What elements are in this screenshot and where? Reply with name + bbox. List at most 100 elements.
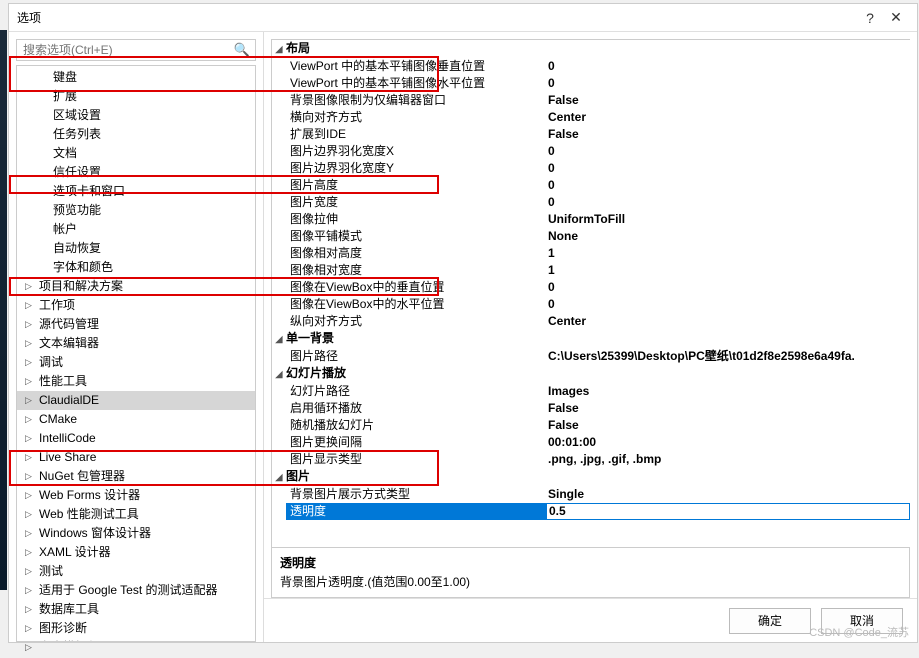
property-value[interactable]: 0 <box>546 143 910 160</box>
property-row[interactable]: 图像相对高度1 <box>272 245 910 262</box>
property-value[interactable]: False <box>546 126 910 143</box>
property-label: 图片宽度 <box>286 194 546 211</box>
tree-item[interactable]: 扩展 <box>17 87 255 106</box>
tree-item[interactable]: 文本编辑器 <box>17 334 255 353</box>
property-row[interactable]: 图片边界羽化宽度X0 <box>272 143 910 160</box>
right-panel: ◢布局ViewPort 中的基本平铺图像垂直位置0ViewPort 中的基本平铺… <box>264 32 917 642</box>
property-row[interactable]: 启用循环播放False <box>272 400 910 417</box>
property-label: 图像平铺模式 <box>286 228 546 245</box>
property-row[interactable]: 图片路径C:\Users\25399\Desktop\PC壁纸\t01d2f8e… <box>272 348 910 365</box>
tree-item[interactable]: 字体和颜色 <box>17 258 255 277</box>
help-button[interactable]: ? <box>857 10 883 26</box>
options-tree[interactable]: 键盘扩展区域设置任务列表文档信任设置选项卡和窗口预览功能帐户自动恢复字体和颜色项… <box>16 65 256 642</box>
property-row[interactable]: 图片更换间隔00:01:00 <box>272 434 910 451</box>
tree-item[interactable]: 信任设置 <box>17 163 255 182</box>
tree-item[interactable]: 选项卡和窗口 <box>17 182 255 201</box>
property-row[interactable]: 背景图像限制为仅编辑器窗口False <box>272 92 910 109</box>
property-value[interactable]: 0 <box>546 75 910 92</box>
property-value[interactable]: 1 <box>546 262 910 279</box>
tree-item[interactable]: XAML 设计器 <box>17 543 255 562</box>
tree-item[interactable]: 适用于 Google Test 的测试适配器 <box>17 581 255 600</box>
property-row[interactable]: 图像平铺模式None <box>272 228 910 245</box>
property-row[interactable]: 图像在ViewBox中的水平位置0 <box>272 296 910 313</box>
property-label: 背景图片展示方式类型 <box>286 486 546 503</box>
tree-item[interactable]: 文本模板化 <box>17 638 255 642</box>
ok-button[interactable]: 确定 <box>729 608 811 634</box>
property-value[interactable]: 0 <box>546 58 910 75</box>
tree-item[interactable]: 任务列表 <box>17 125 255 144</box>
property-row[interactable]: 背景图片展示方式类型Single <box>272 486 910 503</box>
property-row[interactable]: 扩展到IDEFalse <box>272 126 910 143</box>
tree-item[interactable]: 测试 <box>17 562 255 581</box>
property-row[interactable]: 透明度0.5 <box>272 503 910 520</box>
tree-item[interactable]: 帐户 <box>17 220 255 239</box>
property-value[interactable]: 00:01:00 <box>546 434 910 451</box>
tree-item[interactable]: CMake <box>17 410 255 429</box>
tree-item[interactable]: 自动恢复 <box>17 239 255 258</box>
property-value[interactable]: 1 <box>546 245 910 262</box>
tree-item[interactable]: 键盘 <box>17 68 255 87</box>
tree-item[interactable]: 区域设置 <box>17 106 255 125</box>
property-row[interactable]: 图片边界羽化宽度Y0 <box>272 160 910 177</box>
property-value[interactable]: UniformToFill <box>546 211 910 228</box>
tree-item[interactable]: 调试 <box>17 353 255 372</box>
property-row[interactable]: 图像相对宽度1 <box>272 262 910 279</box>
property-value[interactable]: C:\Users\25399\Desktop\PC壁纸\t01d2f8e2598… <box>546 348 910 365</box>
property-value[interactable]: 0 <box>546 279 910 296</box>
property-grid[interactable]: ◢布局ViewPort 中的基本平铺图像垂直位置0ViewPort 中的基本平铺… <box>271 39 910 548</box>
tree-item[interactable]: Web Forms 设计器 <box>17 486 255 505</box>
search-input[interactable] <box>16 39 256 61</box>
tree-item[interactable]: ClaudialDE <box>17 391 255 410</box>
property-value[interactable]: False <box>546 400 910 417</box>
property-row[interactable]: 图片显示类型.png, .jpg, .gif, .bmp <box>272 451 910 468</box>
property-row[interactable]: 图像拉伸UniformToFill <box>272 211 910 228</box>
collapse-icon[interactable]: ◢ <box>272 330 286 348</box>
property-label: 图片高度 <box>286 177 546 194</box>
tree-item[interactable]: 预览功能 <box>17 201 255 220</box>
collapse-icon[interactable]: ◢ <box>272 40 286 58</box>
property-value[interactable]: Single <box>546 486 910 503</box>
tree-item[interactable]: Windows 窗体设计器 <box>17 524 255 543</box>
close-button[interactable]: ✕ <box>883 9 909 26</box>
left-panel: 🔍 键盘扩展区域设置任务列表文档信任设置选项卡和窗口预览功能帐户自动恢复字体和颜… <box>9 32 264 642</box>
collapse-icon[interactable]: ◢ <box>272 365 286 383</box>
property-value[interactable]: 0 <box>546 296 910 313</box>
tree-item[interactable]: 文档 <box>17 144 255 163</box>
property-label: 图像拉伸 <box>286 211 546 228</box>
tree-item[interactable]: 性能工具 <box>17 372 255 391</box>
property-row[interactable]: ViewPort 中的基本平铺图像水平位置0 <box>272 75 910 92</box>
property-value[interactable]: .png, .jpg, .gif, .bmp <box>546 451 910 468</box>
property-value[interactable]: Images <box>546 383 910 400</box>
property-row[interactable]: 幻灯片路径Images <box>272 383 910 400</box>
tree-item[interactable]: NuGet 包管理器 <box>17 467 255 486</box>
property-value[interactable]: 0.5 <box>546 503 910 520</box>
property-row[interactable]: 图片宽度0 <box>272 194 910 211</box>
options-dialog: 选项 ? ✕ 🔍 键盘扩展区域设置任务列表文档信任设置选项卡和窗口预览功能帐户自… <box>8 3 918 643</box>
property-row[interactable]: 纵向对齐方式Center <box>272 313 910 330</box>
property-value[interactable]: 0 <box>546 194 910 211</box>
property-value[interactable]: 0 <box>546 177 910 194</box>
tree-item[interactable]: 源代码管理 <box>17 315 255 334</box>
property-value[interactable]: None <box>546 228 910 245</box>
property-row[interactable]: 图片高度0 <box>272 177 910 194</box>
tree-item[interactable]: Web 性能测试工具 <box>17 505 255 524</box>
property-value[interactable]: False <box>546 92 910 109</box>
tree-item[interactable]: 数据库工具 <box>17 600 255 619</box>
property-row[interactable]: 随机播放幻灯片False <box>272 417 910 434</box>
property-row[interactable]: 图像在ViewBox中的垂直位置0 <box>272 279 910 296</box>
property-row[interactable]: 横向对齐方式Center <box>272 109 910 126</box>
property-value[interactable]: False <box>546 417 910 434</box>
collapse-icon[interactable]: ◢ <box>272 468 286 486</box>
property-value[interactable]: Center <box>546 109 910 126</box>
property-row[interactable]: ViewPort 中的基本平铺图像垂直位置0 <box>272 58 910 75</box>
tree-item[interactable]: IntelliCode <box>17 429 255 448</box>
dialog-title: 选项 <box>17 9 857 26</box>
property-value[interactable]: 0 <box>546 160 910 177</box>
tree-item[interactable]: 图形诊断 <box>17 619 255 638</box>
tree-item[interactable]: Live Share <box>17 448 255 467</box>
property-label: 背景图像限制为仅编辑器窗口 <box>286 92 546 109</box>
property-value[interactable]: Center <box>546 313 910 330</box>
tree-item[interactable]: 项目和解决方案 <box>17 277 255 296</box>
tree-item[interactable]: 工作项 <box>17 296 255 315</box>
titlebar: 选项 ? ✕ <box>9 4 917 32</box>
